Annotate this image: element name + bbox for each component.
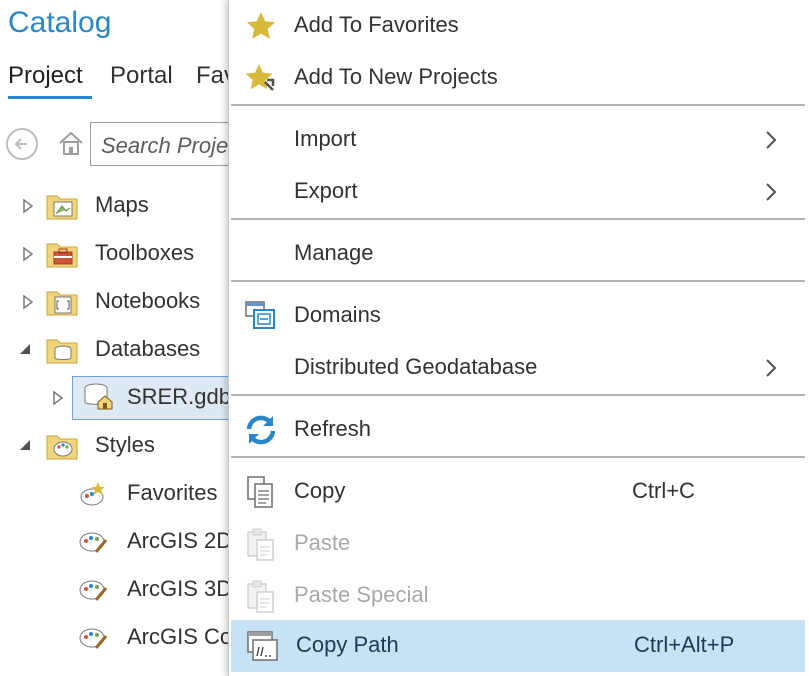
menu-item-label: Copy Path bbox=[296, 632, 399, 657]
tree-item-label: Databases bbox=[95, 336, 201, 361]
expand-arrow-icon[interactable] bbox=[22, 198, 34, 214]
menu-item-manage[interactable]: Manage bbox=[229, 228, 805, 280]
menu-item-refresh[interactable]: Refresh bbox=[229, 404, 805, 456]
styles-folder-icon bbox=[46, 435, 78, 460]
star-icon bbox=[246, 12, 276, 39]
menu-item-label: Manage bbox=[294, 240, 374, 265]
submenu-chevron-icon bbox=[766, 359, 777, 377]
menu-item-label: Import bbox=[294, 126, 357, 151]
favorites-style-icon bbox=[80, 482, 105, 506]
databases-folder-icon bbox=[46, 339, 78, 364]
tree-item-styles[interactable]: Styles bbox=[0, 424, 240, 468]
star-pin-icon bbox=[245, 64, 275, 91]
menu-item-label: Export bbox=[294, 178, 358, 203]
menu-item-label: Add To Favorites bbox=[294, 12, 459, 37]
tree-item-label: Maps bbox=[95, 192, 149, 217]
collapse-arrow-icon[interactable] bbox=[18, 438, 32, 452]
paste-special-icon bbox=[247, 580, 274, 613]
tree-item-label: Styles bbox=[95, 432, 155, 457]
tree-item-label: Notebooks bbox=[95, 288, 201, 313]
tree-item-label: ArcGIS 2D bbox=[127, 528, 233, 553]
back-button[interactable] bbox=[6, 128, 38, 160]
menu-item-copy[interactable]: Copy Ctrl+C bbox=[229, 466, 805, 518]
copy-path-icon bbox=[247, 631, 278, 661]
catalog-title: Catalog bbox=[8, 6, 112, 39]
tree-item-arcgis-2d[interactable]: ArcGIS 2D bbox=[0, 520, 240, 564]
menu-separator bbox=[231, 104, 805, 106]
tree-item-label: ArcGIS Co bbox=[127, 624, 233, 649]
tree-item-label: ArcGIS 3D bbox=[127, 576, 233, 601]
menu-item-import[interactable]: Import bbox=[229, 114, 805, 166]
menu-item-shortcut: Ctrl+C bbox=[632, 478, 695, 503]
geodatabase-home-icon bbox=[84, 383, 113, 410]
maps-folder-icon bbox=[46, 195, 78, 220]
menu-item-domains[interactable]: Domains bbox=[229, 290, 805, 342]
tab-portal[interactable]: Portal bbox=[110, 62, 173, 90]
menu-item-export[interactable]: Export bbox=[229, 166, 805, 218]
toolboxes-folder-icon bbox=[46, 243, 78, 268]
menu-item-distributed-geodatabase[interactable]: Distributed Geodatabase bbox=[229, 342, 805, 394]
menu-item-shortcut: Ctrl+Alt+P bbox=[634, 632, 735, 657]
domains-icon bbox=[245, 301, 275, 329]
style-palette-icon bbox=[79, 532, 108, 553]
back-arrow-icon bbox=[14, 138, 27, 150]
menu-item-paste[interactable]: Paste bbox=[229, 518, 805, 570]
style-palette-icon bbox=[79, 580, 108, 601]
menu-item-label: Domains bbox=[294, 302, 381, 327]
tree-item-toolboxes[interactable]: Toolboxes bbox=[0, 232, 240, 276]
context-menu: Add To Favorites Add To New Projects Imp… bbox=[228, 0, 809, 676]
active-tab-indicator bbox=[8, 96, 92, 99]
tree-item-srer-gdb[interactable]: SRER.gdb bbox=[0, 376, 240, 420]
tree-item-label: SRER.gdb bbox=[127, 384, 231, 409]
refresh-icon bbox=[246, 415, 276, 445]
expand-arrow-icon[interactable] bbox=[52, 390, 64, 406]
tree-item-arcgis-3d[interactable]: ArcGIS 3D bbox=[0, 568, 240, 612]
tree-item-maps[interactable]: Maps bbox=[0, 184, 240, 228]
menu-item-paste-special[interactable]: Paste Special bbox=[229, 570, 805, 622]
notebooks-folder-icon bbox=[46, 291, 78, 316]
tree-item-notebooks[interactable]: Notebooks bbox=[0, 280, 240, 324]
copy-icon bbox=[247, 476, 273, 508]
menu-separator bbox=[231, 456, 805, 458]
menu-item-copy-path[interactable]: Copy Path Ctrl+Alt+P bbox=[231, 620, 805, 672]
menu-item-label: Paste Special bbox=[294, 582, 429, 607]
tree-item-databases[interactable]: Databases bbox=[0, 328, 240, 372]
tree-item-arcgis-colors[interactable]: ArcGIS Co bbox=[0, 616, 240, 660]
tree-item-label: Favorites bbox=[127, 480, 218, 505]
menu-separator bbox=[231, 218, 805, 220]
menu-item-add-to-new-projects[interactable]: Add To New Projects bbox=[229, 52, 805, 104]
menu-separator bbox=[231, 394, 805, 396]
expand-arrow-icon[interactable] bbox=[22, 294, 34, 310]
submenu-chevron-icon bbox=[766, 183, 777, 201]
home-button[interactable] bbox=[56, 128, 88, 160]
expand-arrow-icon[interactable] bbox=[22, 246, 34, 262]
menu-item-label: Distributed Geodatabase bbox=[294, 354, 538, 379]
tree-item-favorites-style[interactable]: Favorites bbox=[0, 472, 240, 516]
tree-item-label: Toolboxes bbox=[95, 240, 195, 265]
menu-item-label: Refresh bbox=[294, 416, 372, 441]
menu-item-add-to-favorites[interactable]: Add To Favorites bbox=[229, 0, 805, 52]
search-placeholder: Search Proje bbox=[101, 133, 229, 158]
home-icon bbox=[59, 131, 83, 155]
menu-separator bbox=[231, 280, 805, 282]
submenu-chevron-icon bbox=[766, 131, 777, 149]
style-palette-icon bbox=[79, 628, 108, 649]
paste-icon bbox=[247, 528, 274, 561]
tab-project[interactable]: Project bbox=[8, 62, 83, 90]
menu-item-label: Copy bbox=[294, 478, 346, 503]
collapse-arrow-icon[interactable] bbox=[18, 342, 32, 356]
menu-item-label: Paste bbox=[294, 530, 351, 555]
menu-item-label: Add To New Projects bbox=[294, 64, 498, 89]
